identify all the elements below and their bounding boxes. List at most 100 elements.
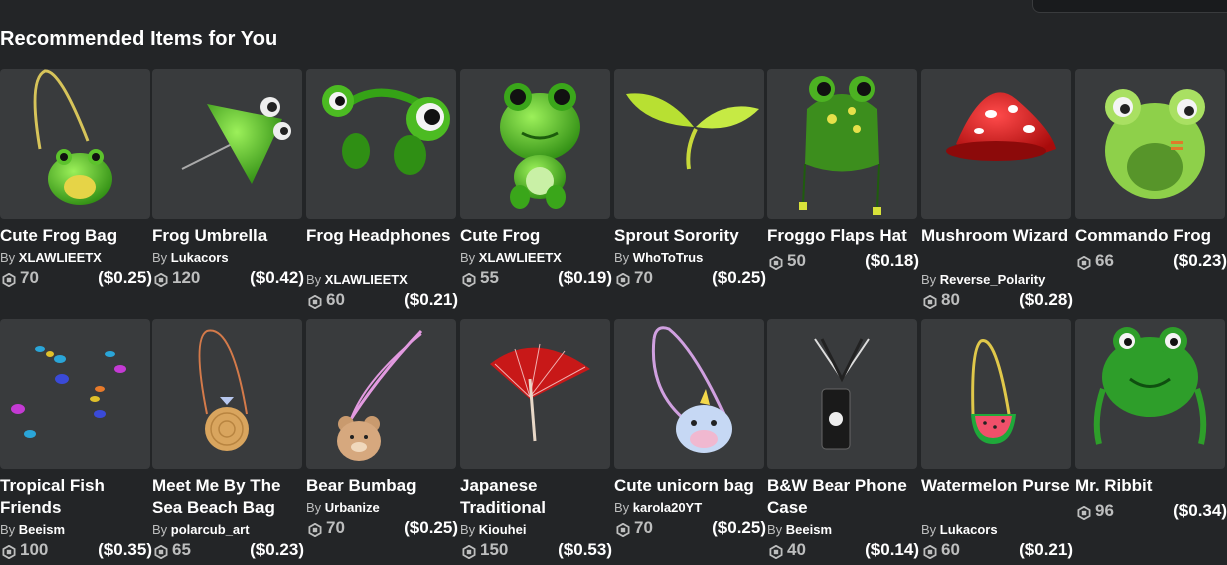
item-price: 96 ($0.34)	[1075, 500, 1227, 522]
item-price-usd: ($0.14)	[865, 540, 919, 559]
item-thumbnail[interactable]	[0, 69, 150, 219]
item-creator[interactable]: By XLAWLIEETX	[460, 250, 562, 266]
robux-icon	[769, 254, 783, 271]
item-creator-name[interactable]: karola20YT	[633, 500, 702, 515]
item-creator[interactable]: By Lukacors	[921, 522, 998, 538]
item-thumbnail[interactable]	[1075, 319, 1225, 469]
item-thumbnail[interactable]	[152, 69, 302, 219]
item-card[interactable]: Mr. Ribbit 96 ($0.34)	[1075, 319, 1227, 559]
item-creator-name[interactable]: Beeism	[19, 522, 65, 537]
item-creator-name[interactable]: Beeism	[786, 522, 832, 537]
item-price-robux: 65	[172, 540, 191, 559]
item-name[interactable]: Mushroom Wizard	[921, 225, 1073, 247]
item-creator-name[interactable]: Kiouhei	[479, 522, 527, 537]
item-creator-name[interactable]: XLAWLIEETX	[325, 272, 408, 287]
item-thumbnail[interactable]	[921, 69, 1071, 219]
item-price-usd: ($0.19)	[558, 268, 612, 287]
item-creator-name[interactable]: XLAWLIEETX	[479, 250, 562, 265]
item-name[interactable]: Mr. Ribbit	[1075, 475, 1227, 497]
item-card[interactable]: Mushroom Wizard By Reverse_Polarity 80 (…	[921, 69, 1073, 310]
parasol-icon	[490, 343, 590, 442]
items-grid: Cute Frog Bag By XLAWLIEETX 70 ($0.25) F…	[0, 0, 1227, 560]
item-creator-by: By	[460, 522, 476, 537]
item-creator[interactable]: By Beeism	[767, 522, 832, 538]
item-card[interactable]: Cute Frog Bag By XLAWLIEETX 70 ($0.25)	[0, 69, 152, 309]
item-creator[interactable]: By karola20YT	[614, 500, 702, 516]
item-card[interactable]: Commando Frog 66 ($0.23)	[1075, 69, 1227, 309]
item-creator[interactable]: By Lukacors	[152, 250, 229, 266]
watermelon-purse-icon	[971, 339, 1016, 444]
item-thumbnail[interactable]	[460, 319, 610, 469]
item-name[interactable]: B&W Bear Phone Case	[767, 475, 919, 519]
item-creator-by: By	[921, 272, 937, 287]
item-creator-name[interactable]: Urbanize	[325, 500, 380, 515]
item-creator-name[interactable]: Lukacors	[171, 250, 229, 265]
item-card[interactable]: Tropical Fish Friends By Beeism 100 ($0.…	[0, 319, 152, 560]
item-name[interactable]: Frog Umbrella	[152, 225, 304, 247]
item-name[interactable]: Sprout Sorority	[614, 225, 766, 247]
item-name[interactable]: Cute Frog	[460, 225, 612, 247]
item-card[interactable]: Japanese Traditional By Kiouhei 150 ($0.…	[460, 319, 612, 560]
item-thumbnail[interactable]	[767, 319, 917, 469]
item-creator-name[interactable]: Lukacors	[940, 522, 998, 537]
item-price-usd: ($0.35)	[98, 540, 152, 559]
item-name[interactable]: Japanese Traditional	[460, 475, 612, 519]
item-thumbnail[interactable]	[306, 319, 456, 469]
item-card[interactable]: Cute Frog By XLAWLIEETX 55 ($0.19)	[460, 69, 612, 309]
item-card[interactable]: Sprout Sorority By WhoToTrus 70 ($0.25)	[614, 69, 766, 309]
item-card[interactable]: Watermelon Purse By Lukacors 60 ($0.21)	[921, 319, 1073, 560]
sprout-icon	[626, 93, 759, 170]
item-thumbnail[interactable]	[614, 69, 764, 219]
item-creator-name[interactable]: polarcub_art	[171, 522, 250, 537]
item-name[interactable]: Froggo Flaps Hat	[767, 225, 919, 247]
item-card[interactable]: Frog Umbrella By Lukacors 120 ($0.42)	[152, 69, 304, 309]
item-card[interactable]: Frog Headphones By XLAWLIEETX 60 ($0.21)	[306, 69, 458, 310]
item-name[interactable]: Commando Frog	[1075, 225, 1227, 247]
item-thumbnail[interactable]	[767, 69, 917, 219]
item-name[interactable]: Frog Headphones	[306, 225, 458, 247]
item-thumbnail[interactable]	[0, 319, 150, 469]
unicorn-bag-icon	[651, 326, 732, 453]
item-name[interactable]: Watermelon Purse	[921, 475, 1073, 497]
item-price: 70 ($0.25)	[614, 517, 766, 539]
item-name[interactable]: Meet Me By The Sea Beach Bag	[152, 475, 304, 519]
item-thumbnail[interactable]	[614, 319, 764, 469]
item-creator[interactable]: By XLAWLIEETX	[306, 272, 408, 288]
item-creator[interactable]: By Kiouhei	[460, 522, 526, 538]
item-thumbnail[interactable]	[152, 319, 302, 469]
item-card[interactable]: Bear Bumbag By Urbanize 70 ($0.25)	[306, 319, 458, 559]
item-name[interactable]: Cute unicorn bag	[614, 475, 766, 497]
item-card[interactable]: B&W Bear Phone Case By Beeism 40 ($0.14)	[767, 319, 919, 560]
item-thumbnail[interactable]	[921, 319, 1071, 469]
item-creator-name[interactable]: XLAWLIEETX	[19, 250, 102, 265]
item-creator[interactable]: By Urbanize	[306, 500, 380, 516]
item-name[interactable]: Tropical Fish Friends	[0, 475, 152, 519]
item-price-robux: 70	[634, 518, 653, 537]
item-price-robux: 100	[20, 540, 49, 559]
item-creator[interactable]: By XLAWLIEETX	[0, 250, 102, 266]
item-creator-name[interactable]: Reverse_Polarity	[940, 272, 1046, 287]
item-thumbnail[interactable]	[460, 69, 610, 219]
item-creator[interactable]: By WhoToTrus	[614, 250, 703, 266]
frog-headphones-icon	[322, 85, 450, 175]
item-thumbnail[interactable]	[1075, 69, 1225, 219]
item-price-robux: 96	[1095, 501, 1114, 520]
item-creator[interactable]: By Reverse_Polarity	[921, 272, 1045, 288]
item-creator-by: By	[767, 522, 783, 537]
frog-umbrella-icon	[181, 97, 291, 184]
item-name[interactable]: Cute Frog Bag	[0, 225, 152, 247]
item-card[interactable]: Cute unicorn bag By karola20YT 70 ($0.25…	[614, 319, 766, 559]
frog-mask-icon	[1105, 89, 1205, 199]
cute-frog-icon	[500, 83, 580, 209]
item-thumbnail[interactable]	[306, 69, 456, 219]
item-price-usd: ($0.23)	[250, 540, 304, 559]
item-name[interactable]: Bear Bumbag	[306, 475, 458, 497]
item-price-robux: 70	[326, 518, 345, 537]
item-creator[interactable]: By Beeism	[0, 522, 65, 538]
item-price: 55 ($0.19)	[460, 267, 612, 289]
item-creator-name[interactable]: WhoToTrus	[633, 250, 704, 265]
item-creator[interactable]: By polarcub_art	[152, 522, 250, 538]
item-card[interactable]: Meet Me By The Sea Beach Bag By polarcub…	[152, 319, 304, 560]
item-card[interactable]: Froggo Flaps Hat 50 ($0.18)	[767, 69, 919, 309]
item-price-usd: ($0.25)	[404, 518, 458, 537]
